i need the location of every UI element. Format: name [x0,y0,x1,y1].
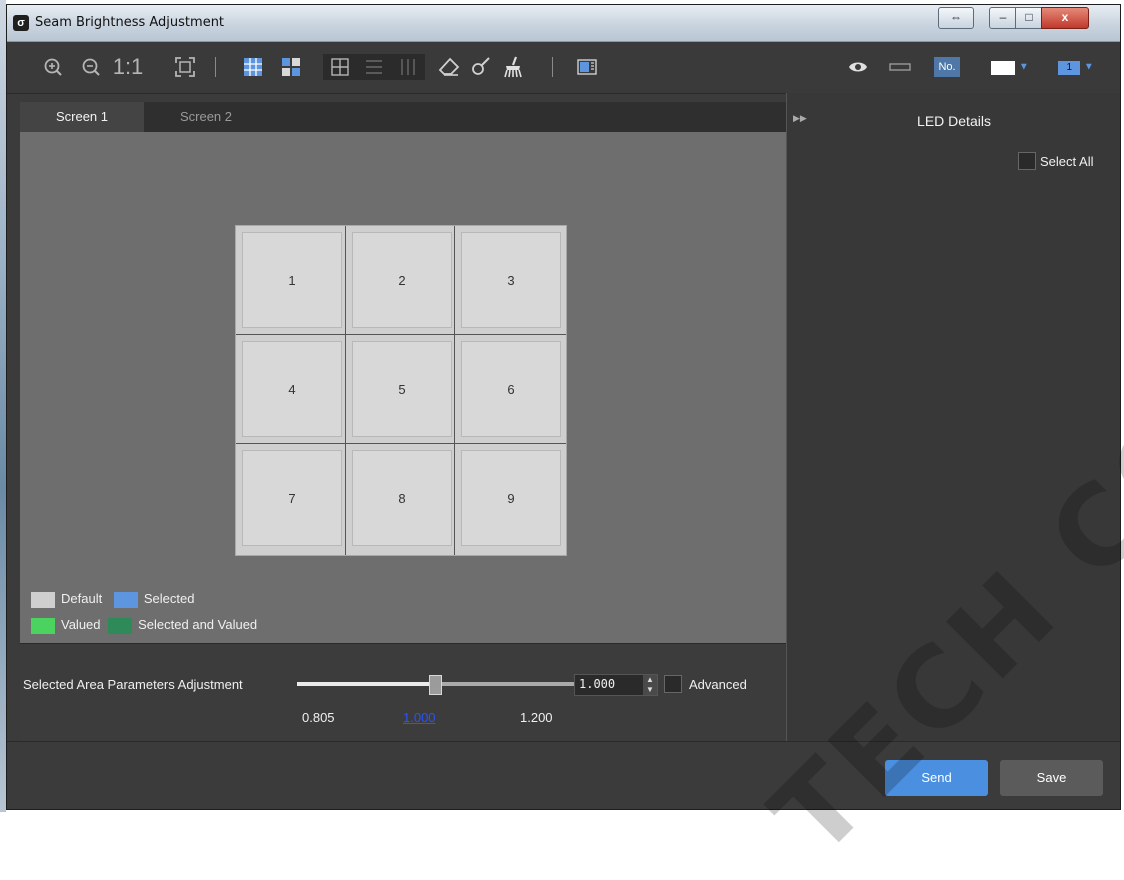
toolbar-separator [552,57,553,77]
tab-screen-2[interactable]: Screen 2 [144,102,268,132]
footer-bar: Send Save [7,741,1120,809]
legend-label: Valued [61,617,101,632]
cabinet-cell[interactable]: 9 [461,450,561,546]
number-toggle-button[interactable]: No. [934,57,960,77]
close-button[interactable]: x [1041,7,1089,29]
cabinet-cell[interactable]: 1 [242,232,342,328]
legend: Default Selected [31,591,194,608]
parameter-panel: Selected Area Parameters Adjustment 1.00… [20,643,786,742]
brightness-slider[interactable] [297,675,578,695]
advanced-checkbox[interactable] [664,675,682,693]
panel-toggle-icon[interactable] [573,54,601,80]
select-all-cabinets-icon[interactable] [239,54,267,80]
min-value-label: 0.805 [302,710,335,725]
toolbar-separator [215,57,216,77]
param-label: Selected Area Parameters Adjustment [23,677,243,692]
select-all-checkbox[interactable] [1018,152,1036,170]
save-button[interactable]: Save [1000,760,1103,796]
current-value-link[interactable]: 1.000 [403,710,436,725]
select-all-label: Select All [1040,154,1094,169]
screen-number-badge: 1 [1058,60,1081,75]
slider-thumb[interactable] [429,675,442,695]
cabinet-cell[interactable]: 3 [461,232,561,328]
cabinet-cell[interactable]: 5 [352,341,452,437]
legend-swatch-selected [113,591,138,608]
chevron-down-icon: ▼ [1018,61,1029,73]
seam-line[interactable] [236,334,566,335]
advanced-label: Advanced [689,677,747,692]
seam-line[interactable] [454,226,455,555]
eraser-icon[interactable] [435,54,463,80]
app-window: σ Seam Brightness Adjustment ⇔ – □ x 1:1 [6,4,1121,810]
panel-title: LED Details [917,113,991,129]
send-button[interactable]: Send [885,760,988,796]
screen-tabs: Screen 1 Screen 2 [20,102,786,132]
fit-to-window-icon[interactable] [171,54,199,80]
chevron-down-icon: ▼ [1083,61,1094,73]
actual-size-button[interactable]: 1:1 [110,54,146,80]
cabinet-cell[interactable]: 2 [352,232,452,328]
cross-seam-icon[interactable] [323,54,357,80]
clear-broom-icon[interactable] [499,54,527,80]
legend-label: Default [61,591,103,606]
led-details-panel: ▶▶ LED Details Select All [786,93,1120,741]
window-title: Seam Brightness Adjustment [35,15,225,30]
legend-label: Selected [143,591,195,606]
cabinet-cell[interactable]: 4 [242,341,342,437]
legend-swatch-valued [31,617,55,634]
maximize-button[interactable]: □ [1015,7,1043,29]
pick-icon[interactable] [467,54,495,80]
cabinet-cell[interactable]: 6 [461,341,561,437]
legend-swatch-selected-and-valued [108,617,133,634]
legend: Valued Selected and Valued [31,617,257,634]
tab-screen-1[interactable]: Screen 1 [20,102,144,132]
seam-line-icon[interactable] [887,54,913,80]
cabinet-cell[interactable]: 8 [352,450,452,546]
seam-line[interactable] [236,443,566,444]
horizontal-seam-icon[interactable] [357,54,391,80]
zoom-out-icon[interactable] [77,54,105,80]
legend-swatch-default [31,591,55,608]
seam-line[interactable] [345,226,346,555]
cabinet-cell[interactable]: 7 [242,450,342,546]
cabinet-grid: 1 2 3 4 5 6 7 8 9 [235,225,567,556]
max-value-label: 1.200 [520,710,553,725]
app-logo-icon: σ [13,15,29,31]
select-region-icon[interactable] [277,54,305,80]
eye-icon[interactable] [846,54,870,80]
slider-fill [297,682,435,686]
color-picker-dropdown[interactable]: ▼ [989,54,1031,80]
value-spinbox[interactable]: 1.000 ▲ ▼ [574,674,658,696]
screen-number-dropdown[interactable]: 1 ▼ [1053,54,1099,80]
vertical-seam-icon[interactable] [391,54,425,80]
spin-arrows-icon[interactable]: ▲ ▼ [643,675,657,695]
legend-label: Selected and Valued [138,617,258,632]
minimize-button[interactable]: – [989,7,1017,29]
title-bar: σ Seam Brightness Adjustment ⇔ – □ x [7,5,1120,42]
screen-canvas[interactable]: 1 2 3 4 5 6 7 8 9 Default Selected Value… [20,132,786,643]
resize-button[interactable]: ⇔ [938,7,974,29]
spin-value[interactable]: 1.000 [579,677,615,691]
toolbar: 1:1 No. ▼ 1 ▼ [7,42,1120,94]
zoom-in-icon[interactable] [39,54,67,80]
